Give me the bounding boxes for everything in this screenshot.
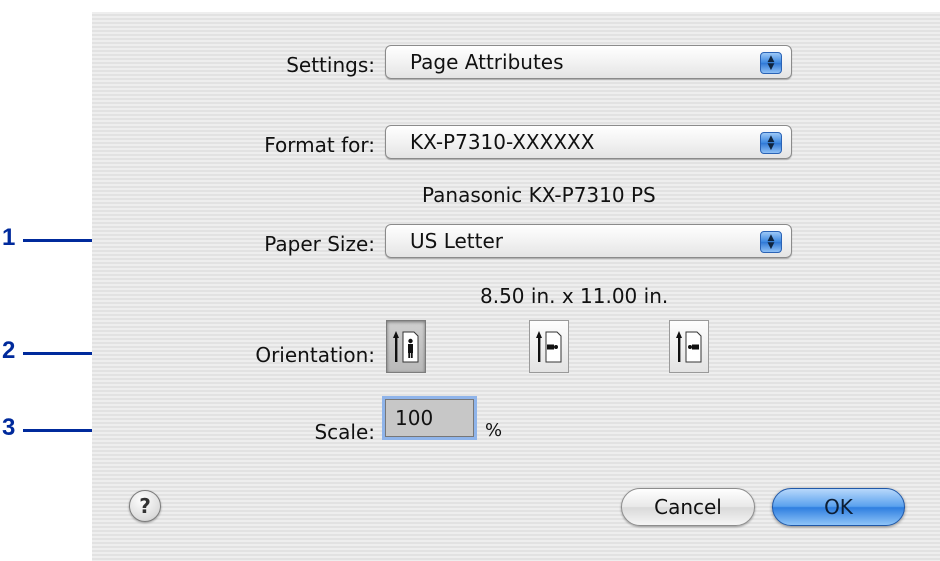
cancel-button[interactable]: Cancel — [621, 488, 755, 526]
callout-2: 2 — [2, 337, 16, 364]
paper-size-label: Paper Size: — [264, 232, 375, 256]
format-for-label: Format for: — [264, 133, 375, 157]
up-down-arrows-icon: ▲ ▼ — [760, 52, 782, 74]
paper-dimensions: 8.50 in. x 11.00 in. — [480, 284, 669, 308]
orientation-reverse-landscape-button[interactable] — [669, 320, 709, 373]
scale-label: Scale: — [314, 420, 375, 444]
scale-unit: % — [485, 420, 503, 441]
format-for-value: KX-P7310-XXXXXX — [410, 130, 595, 154]
settings-value: Page Attributes — [410, 50, 564, 74]
reverse-landscape-orientation-icon — [676, 331, 702, 363]
up-down-arrows-icon: ▲ ▼ — [760, 231, 782, 253]
orientation-landscape-button[interactable] — [529, 320, 569, 373]
format-for-popup[interactable]: KX-P7310-XXXXXX ▲ ▼ — [385, 125, 792, 159]
ok-button[interactable]: OK — [772, 488, 905, 526]
paper-size-value: US Letter — [410, 229, 503, 253]
up-down-arrows-icon: ▲ ▼ — [760, 132, 782, 154]
landscape-orientation-icon — [536, 331, 562, 363]
help-button[interactable]: ? — [129, 490, 161, 522]
printer-description: Panasonic KX-P7310 PS — [422, 183, 656, 207]
callout-1: 1 — [2, 224, 16, 251]
orientation-label: Orientation: — [255, 343, 375, 367]
settings-label: Settings: — [286, 53, 375, 77]
settings-popup[interactable]: Page Attributes ▲ ▼ — [385, 45, 792, 79]
paper-size-popup[interactable]: US Letter ▲ ▼ — [385, 224, 792, 258]
portrait-orientation-icon — [393, 331, 419, 363]
callout-3: 3 — [2, 414, 16, 441]
orientation-portrait-button[interactable] — [386, 320, 426, 373]
scale-input[interactable] — [382, 396, 477, 440]
